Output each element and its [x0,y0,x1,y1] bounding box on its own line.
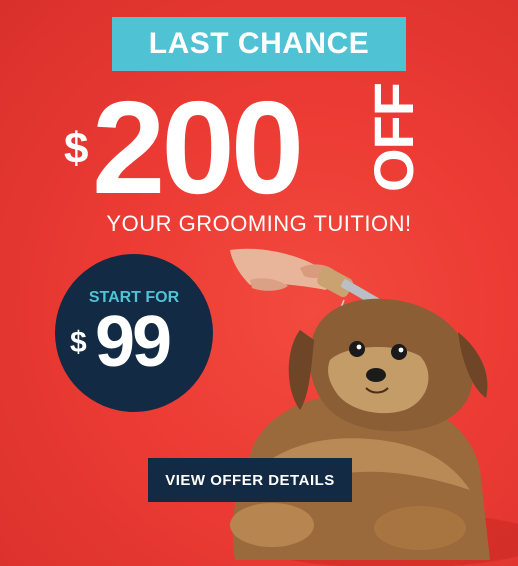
price-badge-currency: $ [70,326,87,359]
last-chance-banner: LAST CHANCE [112,17,406,71]
headline-amount: 200 [92,74,304,221]
price-badge-amount: 99 [95,302,172,382]
view-offer-details-button[interactable]: VIEW OFFER DETAILS [148,458,352,502]
dog [230,298,518,566]
headline-off: OFF [362,83,425,192]
subtitle: YOUR GROOMING TUITION! [106,211,412,236]
promo-ad: LAST CHANCE $ 200 OFF YOUR GROOMING TUIT… [0,0,518,566]
price-badge: START FOR $ 99 [55,254,213,412]
headline-currency: $ [64,124,89,173]
